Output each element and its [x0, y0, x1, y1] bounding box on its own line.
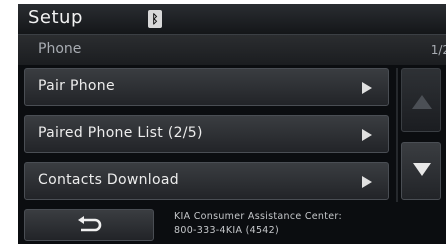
assistance-center-label: KIA Consumer Assistance Center:	[174, 211, 342, 222]
page-indicator: 1/2	[430, 43, 446, 57]
back-button[interactable]	[24, 209, 154, 241]
play-arrow-icon	[362, 129, 372, 141]
setup-screen: Setup ᛒ Phone 1/2 Pair Phone Paired Phon…	[18, 4, 446, 244]
menu-item-label: Pair Phone	[38, 78, 115, 94]
play-arrow-icon	[362, 176, 372, 188]
assistance-info: KIA Consumer Assistance Center: 800-333-…	[174, 210, 342, 238]
header-bar: Setup ᛒ	[18, 4, 446, 35]
assistance-phone-number: 800-333-4KIA (4542)	[174, 225, 280, 236]
play-arrow-icon	[362, 82, 372, 94]
triangle-down-icon	[413, 163, 431, 176]
scroll-up-button[interactable]	[401, 68, 441, 132]
pair-phone-button[interactable]: Pair Phone	[24, 68, 389, 106]
section-title: Phone	[38, 41, 82, 57]
triangle-up-icon	[412, 95, 432, 109]
scroll-divider	[396, 68, 398, 202]
scroll-down-button[interactable]	[401, 142, 441, 200]
paired-phone-list-button[interactable]: Paired Phone List (2/5)	[24, 115, 389, 153]
bluetooth-icon: ᛒ	[148, 10, 162, 28]
menu-item-label: Contacts Download	[38, 172, 179, 188]
contacts-download-button[interactable]: Contacts Download	[24, 162, 389, 200]
return-arrow-icon	[78, 216, 102, 232]
page-title: Setup	[28, 7, 83, 28]
menu-item-label: Paired Phone List (2/5)	[38, 125, 203, 141]
subheader-bar: Phone 1/2	[18, 35, 446, 65]
